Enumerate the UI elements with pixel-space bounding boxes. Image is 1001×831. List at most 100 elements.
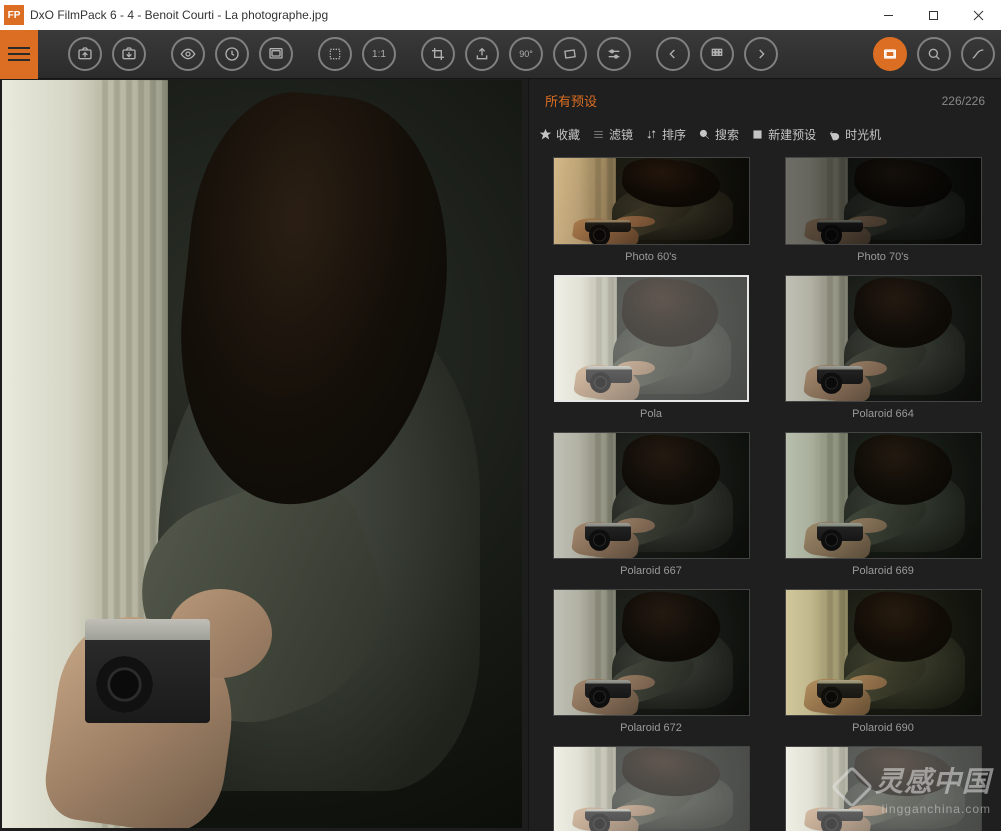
tab-search-label: 搜索 bbox=[715, 126, 739, 143]
presets-scroll[interactable]: Photo 60's Photo 70's Pola Polaroid 664 Pola… bbox=[529, 153, 1001, 831]
share-icon bbox=[474, 46, 490, 62]
undo-icon bbox=[828, 128, 841, 141]
preset-item[interactable]: Pola bbox=[543, 275, 759, 420]
presets-count: 226/226 bbox=[942, 94, 985, 108]
sort-icon bbox=[645, 128, 658, 141]
maximize-icon bbox=[928, 10, 939, 21]
sliders-button[interactable] bbox=[597, 37, 631, 71]
compare-icon bbox=[882, 46, 898, 62]
titlebar: FP DxO FilmPack 6 - 4 - Benoit Courti - … bbox=[0, 0, 1001, 30]
snapshot-icon bbox=[268, 46, 284, 62]
preset-label: Polaroid 667 bbox=[620, 565, 682, 577]
zoom-1to1-button[interactable]: 1:1 bbox=[362, 37, 396, 71]
export-icon bbox=[121, 46, 137, 62]
preset-thumbnail bbox=[553, 157, 750, 245]
preset-label: Polaroid 672 bbox=[620, 722, 682, 734]
tab-time-machine-label: 时光机 bbox=[845, 126, 881, 143]
preset-item[interactable] bbox=[775, 746, 991, 831]
eye-icon bbox=[180, 46, 196, 62]
new-preset-icon bbox=[751, 128, 764, 141]
preset-item[interactable]: Polaroid 667 bbox=[543, 432, 759, 577]
history-button[interactable] bbox=[215, 37, 249, 71]
loupe-icon bbox=[926, 46, 942, 62]
rotate-button[interactable]: 90° bbox=[509, 37, 543, 71]
grid-view-button[interactable] bbox=[700, 37, 734, 71]
tab-new-preset-label: 新建预设 bbox=[768, 126, 816, 143]
preset-thumbnail bbox=[785, 157, 982, 245]
preset-grid: Photo 60's Photo 70's Pola Polaroid 664 Pola… bbox=[543, 157, 991, 831]
hamburger-menu-button[interactable] bbox=[0, 30, 38, 79]
sliders-icon bbox=[606, 46, 622, 62]
app-icon: FP bbox=[4, 5, 24, 25]
presets-toolbar: 收藏 滤镜 排序 搜索 新建预设 时光机 bbox=[529, 120, 1001, 153]
preset-item[interactable]: Polaroid 669 bbox=[775, 432, 991, 577]
preset-label: Polaroid 669 bbox=[852, 565, 914, 577]
tab-new-preset[interactable]: 新建预设 bbox=[751, 126, 816, 143]
tab-search[interactable]: 搜索 bbox=[698, 126, 739, 143]
arrow-left-icon bbox=[665, 46, 681, 62]
preset-thumbnail bbox=[553, 589, 750, 716]
tab-favorites[interactable]: 收藏 bbox=[539, 126, 580, 143]
preset-item[interactable]: Polaroid 664 bbox=[775, 275, 991, 420]
history-icon bbox=[224, 46, 240, 62]
preset-thumbnail bbox=[553, 432, 750, 559]
crop-button[interactable] bbox=[421, 37, 455, 71]
presets-title: 所有预设 bbox=[545, 91, 597, 110]
tab-sort[interactable]: 排序 bbox=[645, 126, 686, 143]
loupe-button[interactable] bbox=[917, 37, 951, 71]
straighten-button[interactable] bbox=[553, 37, 587, 71]
export-button[interactable] bbox=[112, 37, 146, 71]
close-button[interactable] bbox=[956, 0, 1001, 30]
zoom-fit-button[interactable] bbox=[318, 37, 352, 71]
preset-item[interactable] bbox=[543, 746, 759, 831]
import-button[interactable] bbox=[68, 37, 102, 71]
preset-item[interactable]: Photo 60's bbox=[543, 157, 759, 263]
snapshot-button[interactable] bbox=[259, 37, 293, 71]
search-icon bbox=[698, 128, 711, 141]
window-title: DxO FilmPack 6 - 4 - Benoit Courti - La … bbox=[30, 8, 328, 22]
preset-label: Photo 60's bbox=[625, 251, 677, 263]
preset-label: Polaroid 664 bbox=[852, 408, 914, 420]
share-button[interactable] bbox=[465, 37, 499, 71]
window-controls bbox=[866, 0, 1001, 30]
preview-image[interactable] bbox=[2, 80, 522, 828]
preset-label: Pola bbox=[640, 408, 662, 420]
preview-button[interactable] bbox=[171, 37, 205, 71]
filter-list-icon bbox=[592, 128, 605, 141]
curves-icon bbox=[970, 46, 986, 62]
zoom-1to1-label: 1:1 bbox=[372, 49, 386, 60]
preset-label: Photo 70's bbox=[857, 251, 909, 263]
tab-sort-label: 排序 bbox=[662, 126, 686, 143]
presets-header: 所有预设 226/226 bbox=[529, 79, 1001, 120]
preset-item[interactable]: Photo 70's bbox=[775, 157, 991, 263]
tab-time-machine[interactable]: 时光机 bbox=[828, 126, 881, 143]
nav-next-button[interactable] bbox=[744, 37, 778, 71]
curves-button[interactable] bbox=[961, 37, 995, 71]
maximize-button[interactable] bbox=[911, 0, 956, 30]
preset-label: Polaroid 690 bbox=[852, 722, 914, 734]
preset-item[interactable]: Polaroid 672 bbox=[543, 589, 759, 734]
straighten-icon bbox=[562, 46, 578, 62]
tab-filter-label: 滤镜 bbox=[609, 126, 633, 143]
minimize-button[interactable] bbox=[866, 0, 911, 30]
toolbar: 1:1 90° bbox=[0, 30, 1001, 79]
rotate-label: 90° bbox=[519, 49, 533, 59]
preview-pane bbox=[0, 79, 528, 831]
star-icon bbox=[539, 128, 552, 141]
nav-prev-button[interactable] bbox=[656, 37, 690, 71]
import-icon bbox=[77, 46, 93, 62]
zoom-fit-icon bbox=[327, 46, 343, 62]
tab-filter[interactable]: 滤镜 bbox=[592, 126, 633, 143]
preset-thumbnail bbox=[785, 746, 982, 831]
minimize-icon bbox=[883, 10, 894, 21]
tab-favorites-label: 收藏 bbox=[556, 126, 580, 143]
grid-icon bbox=[709, 46, 725, 62]
preset-thumbnail bbox=[785, 589, 982, 716]
close-icon bbox=[973, 10, 984, 21]
preset-item[interactable]: Polaroid 690 bbox=[775, 589, 991, 734]
preset-thumbnail bbox=[785, 432, 982, 559]
crop-icon bbox=[430, 46, 446, 62]
preset-thumbnail bbox=[553, 746, 750, 831]
compare-view-button[interactable] bbox=[873, 37, 907, 71]
preset-thumbnail bbox=[554, 275, 749, 402]
